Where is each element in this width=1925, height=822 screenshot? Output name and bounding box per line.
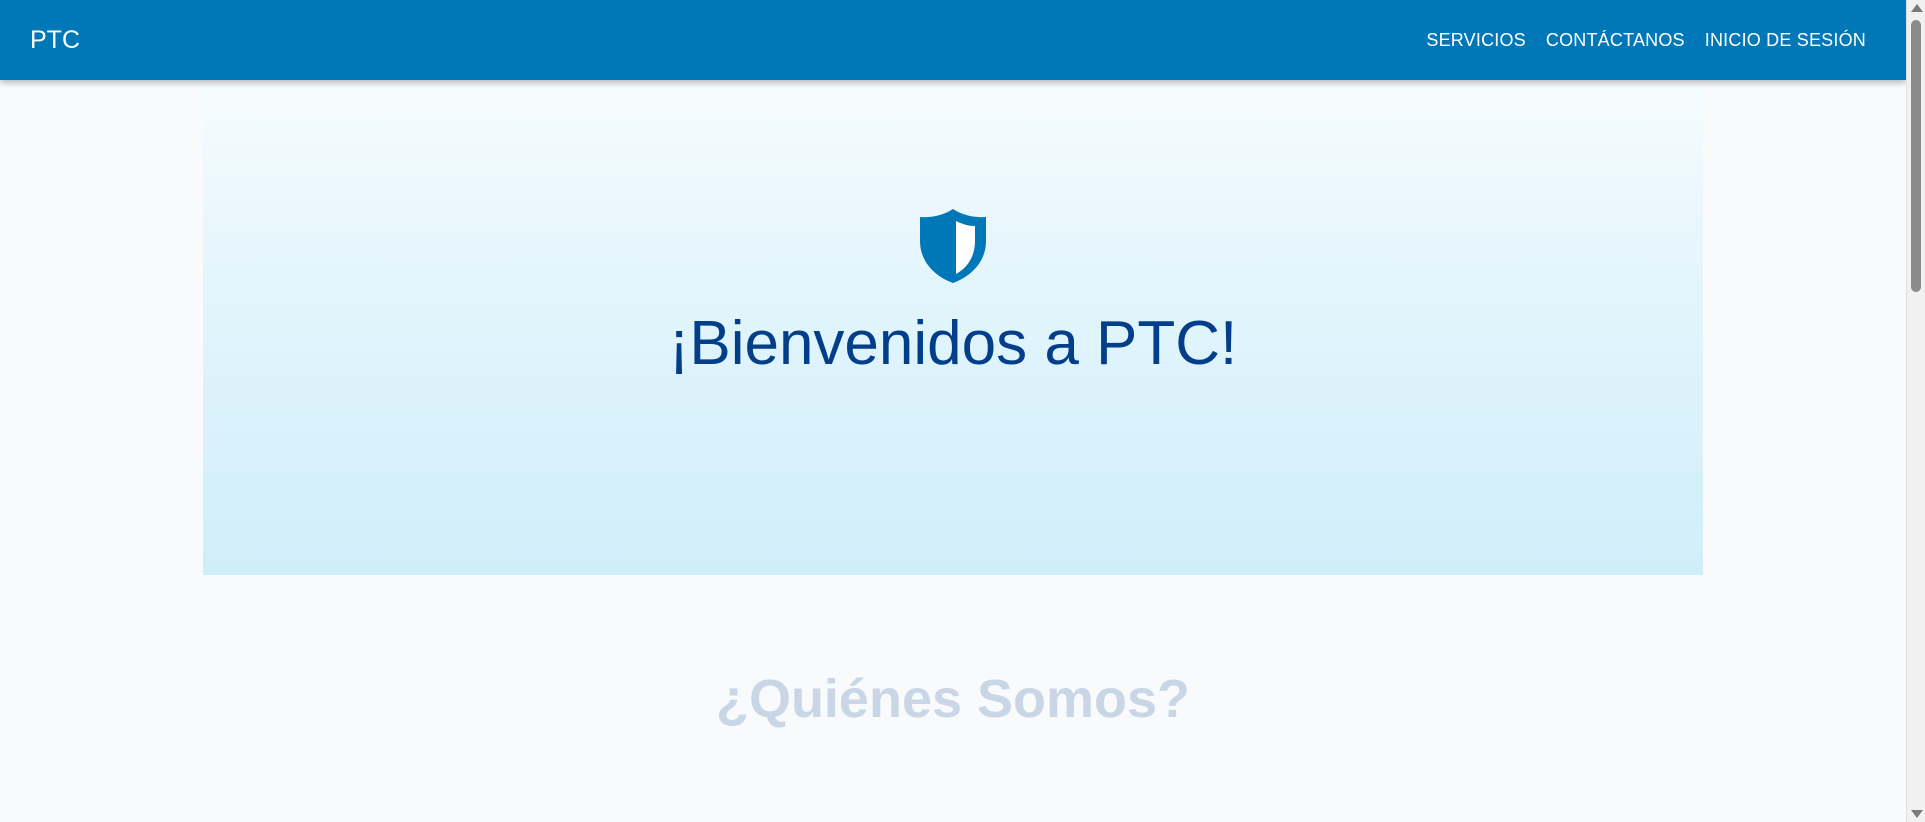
vertical-scrollbar[interactable] bbox=[1906, 0, 1925, 822]
nav-link-inicio-sesion[interactable]: INICIO DE SESIÓN bbox=[1705, 30, 1866, 51]
scroll-up-arrow-icon[interactable] bbox=[1911, 4, 1923, 12]
scrollbar-thumb[interactable] bbox=[1911, 20, 1921, 292]
top-navbar: PTC SERVICIOS CONTÁCTANOS INICIO DE SESI… bbox=[0, 0, 1906, 80]
shield-icon bbox=[920, 209, 986, 283]
nav-link-servicios[interactable]: SERVICIOS bbox=[1426, 30, 1526, 51]
brand-logo-link[interactable]: PTC bbox=[30, 0, 80, 80]
hero-title: ¡Bienvenidos a PTC! bbox=[668, 309, 1238, 378]
page-viewport: PTC SERVICIOS CONTÁCTANOS INICIO DE SESI… bbox=[0, 0, 1925, 822]
about-section-title: ¿Quiénes Somos? bbox=[715, 669, 1191, 729]
nav-links: SERVICIOS CONTÁCTANOS INICIO DE SESIÓN bbox=[1426, 0, 1866, 80]
scroll-down-arrow-icon[interactable] bbox=[1911, 810, 1923, 818]
nav-link-contactanos[interactable]: CONTÁCTANOS bbox=[1546, 30, 1685, 51]
hero-banner: ¡Bienvenidos a PTC! bbox=[203, 85, 1703, 575]
